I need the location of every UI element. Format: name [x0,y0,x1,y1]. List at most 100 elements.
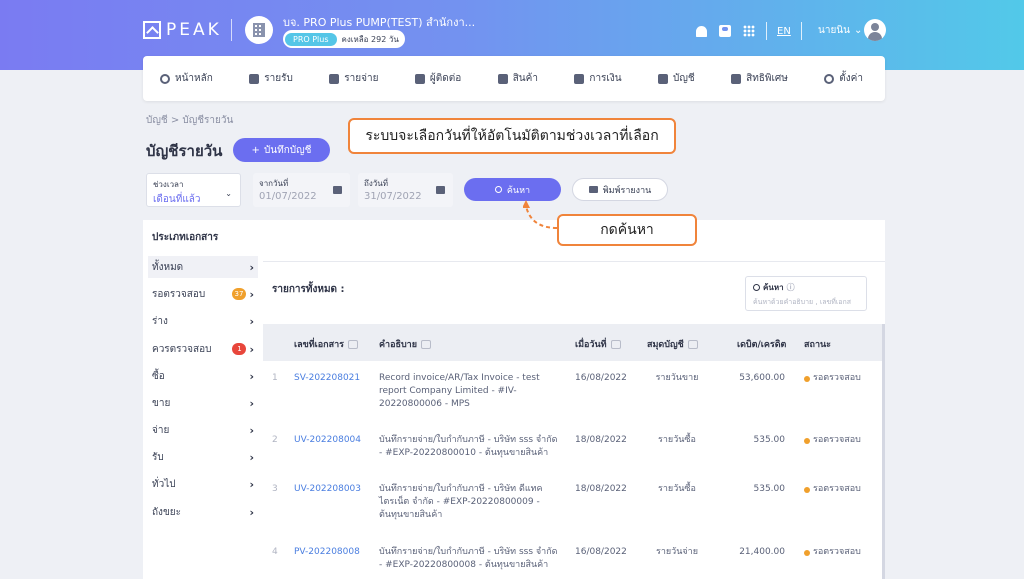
scrollbar[interactable] [882,324,885,579]
column-header-date[interactable]: เมื่อวันที่ [575,337,621,351]
logo-mark-icon [143,21,161,39]
status-badge: รอตรวจสอบ [804,434,861,447]
column-label: คำอธิบาย [379,340,418,350]
row-amount: 535.00 [753,484,786,494]
avatar[interactable] [864,19,886,41]
status-dot-icon [804,549,810,556]
id-card-icon[interactable] [718,24,732,38]
nav-item-product[interactable]: สินค้า [497,71,538,86]
sidebar-item-label: ทั่วไป [152,478,176,490]
callout-auto-date: ระบบจะเลือกวันที่ให้อัตโนมัติตามช่วงเวลา… [348,118,676,154]
row-number: 1 [272,373,278,383]
nav-item-account[interactable]: บัญชี [658,71,695,86]
nav-item-home[interactable]: หน้าหลัก [160,71,213,86]
add-journal-button[interactable]: + บันทึกบัญชี [233,138,330,162]
sidebar-item-pending[interactable]: รอตรวจสอบ 37 › [148,283,258,305]
list-search-input[interactable]: ค้นหา ⓘ ค้นหาด้วยคำอธิบาย , เลขที่เอกส [745,276,867,311]
language-switch[interactable]: EN [777,26,791,37]
list-search-label-row: ค้นหา ⓘ [753,281,859,294]
doc-number-link[interactable]: PV-202208008 [294,546,360,559]
doc-number-link[interactable]: UV-202208004 [294,434,361,447]
add-journal-label: บันทึกบัญชี [263,144,312,156]
breadcrumb[interactable]: บัญชี > บัญชีรายวัน [146,113,233,128]
chevron-right-icon: › [249,260,254,274]
status-label: รอตรวจสอบ [813,435,861,445]
nav-label: หน้าหลัก [175,73,213,84]
privilege-icon [731,73,742,84]
column-label: สถานะ [804,340,831,350]
period-value: เดือนที่แล้ว [153,194,201,205]
chevron-down-icon: ⌄ [853,25,863,36]
sidebar-item-should-check[interactable]: ควรตรวจสอบ 1 › [148,338,258,360]
sort-icon[interactable] [687,339,698,349]
period-label: ช่วงเวลา [153,180,184,189]
status-dot-icon [804,486,810,493]
peak-logo[interactable]: PEAK [143,20,222,40]
header-actions: EN [694,22,802,40]
row-number: 2 [272,435,278,445]
column-header-description[interactable]: คำอธิบาย [379,337,432,351]
apps-grid-icon[interactable] [742,24,756,38]
status-label: รอตรวจสอบ [813,484,861,494]
column-header-book[interactable]: สมุดบัญชี [647,337,698,351]
sidebar-item-label: ซื้อ [152,370,165,382]
bell-icon[interactable] [694,24,708,38]
row-number: 4 [272,547,278,557]
row-description: Record invoice/AR/Tax Invoice - test rep… [379,373,540,409]
sidebar-item-pay[interactable]: จ่าย › [148,419,258,441]
plus-icon: + [251,144,260,156]
row-book: รายวันจ่าย [656,547,698,557]
user-menu[interactable]: นายนิน ⌄ [818,23,862,38]
printer-icon [588,186,598,193]
column-label: เมื่อวันที่ [575,340,607,350]
nav-item-contact[interactable]: ผู้ติดต่อ [414,71,461,86]
from-date-field[interactable]: จากวันที่ 01/07/2022 [253,173,350,207]
nav-item-expense[interactable]: รายจ่าย [329,71,378,86]
sidebar-item-purchase[interactable]: ซื้อ › [148,365,258,387]
from-date-label: จากวันที่ [259,179,289,188]
sidebar-item-draft[interactable]: ร่าง › [148,310,258,332]
sidebar-item-trash[interactable]: ถังขยะ › [148,501,258,523]
count-badge: 1 [232,343,247,355]
chevron-down-icon: ⌄ [225,189,232,198]
nav-item-income[interactable]: รายรับ [249,71,293,86]
document-type-title: ประเภทเอกสาร [152,232,219,243]
money-icon [574,73,585,84]
account-icon [658,73,669,84]
nav-item-finance[interactable]: การเงิน [574,71,622,86]
row-book: รายวันขาย [655,373,699,383]
doc-number-link[interactable]: SV-202208021 [294,372,360,385]
print-label: พิมพ์รายงาน [602,185,652,196]
column-header-doc-no[interactable]: เลขที่เอกสาร [294,337,358,351]
sort-icon[interactable] [421,339,432,349]
chevron-right-icon: › [249,396,254,410]
organization-name[interactable]: บจ. PRO Plus PUMP(TEST) สำนักงา... [283,13,475,31]
sidebar-item-general[interactable]: ทั่วไป › [148,473,258,495]
nav-label: สินค้า [512,73,538,84]
nav-item-privilege[interactable]: สิทธิพิเศษ [731,71,788,86]
row-book: รายวันซื้อ [658,435,696,445]
plan-remaining: คงเหลือ 292 วัน [341,34,399,44]
doc-number-link[interactable]: UV-202208003 [294,483,361,496]
sidebar-item-sales[interactable]: ขาย › [148,392,258,414]
row-date: 18/08/2022 [575,484,627,494]
search-button[interactable]: ค้นหา [464,178,561,201]
print-report-button[interactable]: พิมพ์รายงาน [572,178,668,201]
main-nav: หน้าหลัก รายรับ รายจ่าย ผู้ติดต่อ สินค้า… [143,56,885,101]
to-date-field[interactable]: ถึงวันที่ 31/07/2022 [358,173,453,207]
sort-icon[interactable] [348,339,358,349]
chevron-right-icon: › [249,314,254,328]
building-icon [245,16,273,44]
period-select[interactable]: ช่วงเวลา เดือนที่แล้ว ⌄ [146,173,241,207]
sort-icon[interactable] [610,339,621,349]
sidebar-item-all[interactable]: ทั้งหมด › [148,256,258,278]
row-amount: 53,600.00 [739,373,785,383]
sidebar-item-label: ถังขยะ [152,506,182,518]
chevron-right-icon: › [249,287,254,301]
nav-label: สิทธิพิเศษ [746,73,788,84]
chevron-right-icon: › [249,423,254,437]
sidebar-item-receive[interactable]: รับ › [148,446,258,468]
calendar-icon [333,186,342,194]
nav-label: บัญชี [673,73,695,84]
nav-item-settings[interactable]: ตั้งค่า [824,71,863,86]
